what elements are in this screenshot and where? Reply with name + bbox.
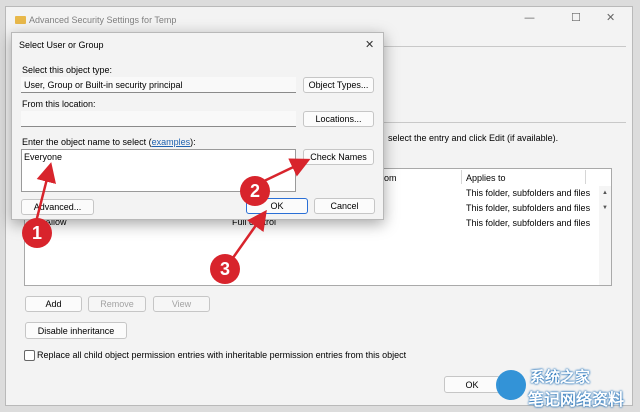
arrow-3 — [228, 209, 267, 263]
arrow-1 — [34, 162, 56, 223]
step-1-badge: 1 — [22, 218, 52, 248]
watermark-text: 系统之家 — [530, 368, 591, 386]
watermark-text-2: 笔记网络资料 — [528, 390, 625, 409]
annotation-arrows — [34, 158, 311, 263]
watermark-globe-icon — [496, 370, 526, 400]
arrow-2 — [261, 158, 311, 184]
watermark-logo: 系统之家 笔记网络资料 — [492, 366, 638, 410]
step-2-badge: 2 — [240, 176, 270, 206]
step-3-badge: 3 — [210, 254, 240, 284]
